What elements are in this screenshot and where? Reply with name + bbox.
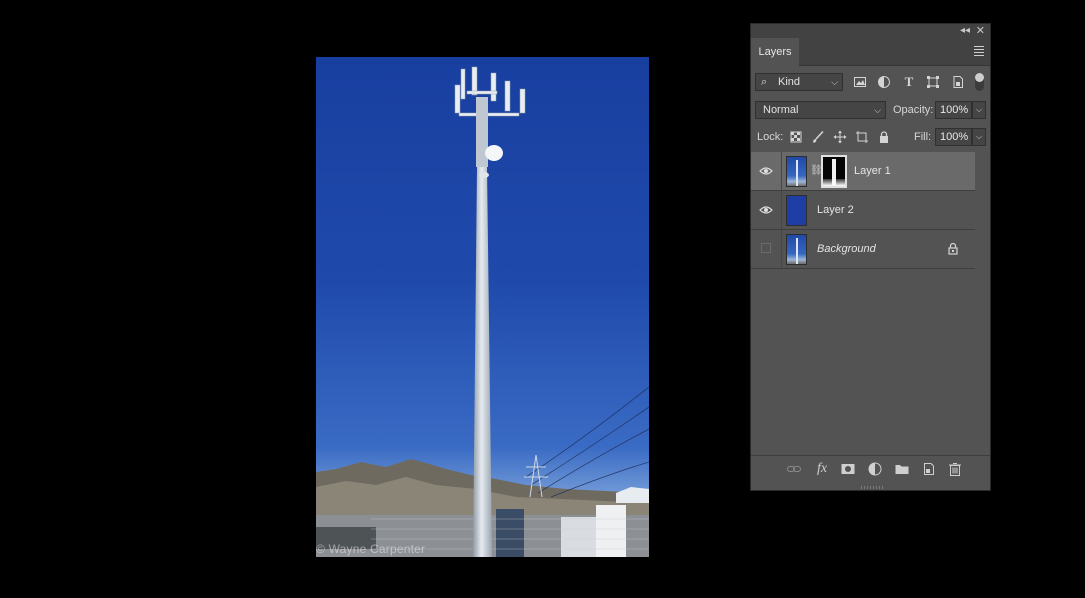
eye-icon[interactable]	[759, 203, 773, 217]
tab-layers[interactable]: Layers	[751, 38, 799, 66]
layer-thumbnail[interactable]	[786, 156, 807, 187]
visibility-toggle-off[interactable]	[761, 243, 771, 253]
watermark-text: © Wayne Carpenter	[316, 542, 426, 556]
fill-label: Fill:	[914, 131, 932, 143]
fill-dropdown-icon[interactable]: ⌵	[972, 128, 986, 146]
chevron-down-icon: ⌵	[831, 77, 838, 87]
fill-field[interactable]: 100%	[935, 128, 972, 146]
visibility-column-divider	[781, 191, 782, 229]
layers-panel: ◂◂ ✕ Layers ⌕ Kind ⌵ T Normal ⌵ Opacity:…	[750, 23, 991, 491]
add-mask-icon[interactable]	[840, 461, 856, 477]
layer-thumbnail[interactable]	[786, 195, 807, 226]
new-group-icon[interactable]	[894, 461, 910, 477]
smart-object-filter-icon[interactable]	[951, 75, 965, 89]
panel-tab-bar: Layers	[751, 38, 990, 66]
layer-row-layer-1[interactable]: ⛓ Layer 1	[751, 152, 975, 191]
layer-list: ⛓ Layer 1 Layer 2 Background	[751, 152, 975, 269]
shape-filter-icon[interactable]	[926, 75, 940, 89]
layer-row-background[interactable]: Background	[751, 230, 975, 269]
panel-footer: fx	[751, 455, 990, 482]
layer-name[interactable]: Background	[817, 230, 876, 268]
layer-thumbnail[interactable]	[786, 234, 807, 265]
lock-label: Lock:	[757, 131, 784, 143]
layer-list-scrollbar[interactable]	[976, 152, 990, 458]
blend-mode-value: Normal	[763, 104, 799, 116]
layer-row-layer-2[interactable]: Layer 2	[751, 191, 975, 230]
chevron-down-icon: ⌵	[874, 105, 881, 115]
lock-artboard-icon[interactable]	[855, 130, 869, 144]
lock-image-pixels-icon[interactable]	[811, 130, 825, 144]
opacity-label: Opacity:	[893, 104, 934, 116]
cell-tower-photo	[316, 66, 649, 557]
adjustment-filter-icon[interactable]	[877, 75, 891, 89]
visibility-column-divider	[781, 230, 782, 268]
lock-position-icon[interactable]	[833, 130, 847, 144]
panel-title-bar[interactable]: ◂◂ ✕	[751, 24, 990, 38]
lock-fill-row: Lock: Fill: 100% ⌵	[751, 126, 990, 148]
opacity-field[interactable]: 100%	[935, 101, 972, 119]
layer-name[interactable]: Layer 1	[854, 152, 891, 190]
collapse-panel-icon[interactable]: ◂◂	[960, 24, 970, 38]
layer-mask-thumbnail[interactable]	[821, 155, 847, 188]
delete-layer-icon[interactable]	[947, 461, 963, 477]
panel-menu-icon[interactable]	[974, 46, 984, 56]
canvas-image[interactable]: © Wayne Carpenter	[316, 57, 649, 557]
panel-resize-grip[interactable]	[861, 486, 885, 489]
fx-icon[interactable]: fx	[814, 461, 830, 477]
layer-name[interactable]: Layer 2	[817, 191, 854, 229]
eye-icon[interactable]	[759, 164, 773, 178]
filter-kind-label: Kind	[778, 76, 801, 88]
chain-link-icon[interactable]: ⛓	[810, 164, 823, 178]
type-filter-icon[interactable]: T	[902, 75, 916, 89]
image-filter-icon[interactable]	[853, 75, 867, 89]
search-icon: ⌕	[761, 76, 768, 88]
lock-all-icon[interactable]	[877, 130, 891, 144]
close-icon[interactable]: ✕	[976, 24, 985, 38]
filter-kind-select[interactable]: ⌕ Kind ⌵	[755, 73, 843, 91]
link-layers-icon[interactable]	[786, 461, 802, 477]
lock-icon[interactable]	[947, 242, 959, 255]
new-layer-icon[interactable]	[921, 461, 937, 477]
filter-toggle[interactable]	[975, 73, 984, 91]
blend-opacity-row: Normal ⌵ Opacity: 100% ⌵	[751, 99, 990, 121]
visibility-column-divider	[781, 152, 782, 190]
adjustment-layer-icon[interactable]	[867, 461, 883, 477]
opacity-dropdown-icon[interactable]: ⌵	[972, 101, 986, 119]
blend-mode-select[interactable]: Normal ⌵	[755, 101, 886, 119]
layer-filter-row: ⌕ Kind ⌵ T	[751, 70, 990, 96]
lock-transparent-pixels-icon[interactable]	[789, 130, 803, 144]
